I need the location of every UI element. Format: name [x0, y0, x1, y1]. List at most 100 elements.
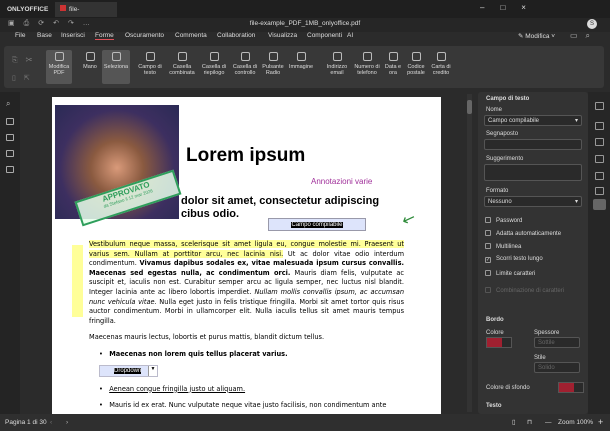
ribbon-icon — [296, 52, 306, 61]
prev-page-icon[interactable]: ‹ — [50, 414, 52, 431]
subheading: dolor sit amet, consectetur adipiscing — [181, 195, 380, 207]
ribbon-label: Numero di telefono — [354, 64, 380, 76]
next-page-icon[interactable]: › — [66, 414, 68, 431]
tip-input[interactable] — [484, 164, 582, 181]
status-bar: Pagina 1 di 30 ‹ › ▯ ⊓ — Zoom 100% + — [0, 414, 610, 431]
style-select[interactable]: Solido — [534, 362, 580, 373]
document-heading: Lorem ipsum — [186, 145, 306, 166]
ribbon-carta-di-credito-button[interactable]: Carta di credito — [428, 50, 454, 84]
background-color-picker[interactable] — [558, 382, 584, 393]
text-annotation[interactable]: Annotazioni varie — [311, 177, 372, 186]
comment-icon[interactable] — [6, 118, 14, 125]
fit-page-icon[interactable]: ▯ — [512, 414, 516, 431]
chevron-down-icon[interactable]: ▼ — [148, 365, 157, 376]
ribbon-icon — [111, 52, 121, 61]
zoom-level[interactable]: Zoom 100% — [558, 414, 593, 431]
bookmark-icon[interactable] — [6, 150, 14, 157]
ribbon-label: Campo di testo — [138, 64, 162, 76]
ink-arrow-annotation[interactable]: ↙ — [399, 207, 418, 230]
ribbon-casella-di-riepilogo-button[interactable]: Casella di riepilogo — [199, 50, 229, 84]
ribbon-icon — [332, 52, 342, 61]
name-select[interactable]: Campo compilabile ▾ — [484, 115, 582, 126]
menu-forme[interactable]: Forme — [95, 32, 114, 40]
avatar[interactable]: S — [587, 19, 597, 29]
password-checkbox[interactable]: Password — [485, 217, 522, 224]
announcement-icon[interactable] — [6, 166, 14, 173]
scrollbar-thumb[interactable] — [467, 100, 472, 114]
scroll-long-text-checkbox[interactable]: ✓ Scorri testo lungo — [485, 256, 543, 263]
zoom-out-icon[interactable]: — — [545, 414, 552, 431]
char-limit-checkbox[interactable]: Limite caratteri — [485, 270, 535, 277]
multiline-checkbox[interactable]: Multilinea — [485, 243, 521, 250]
menu-collaboration[interactable]: Collaboration — [217, 32, 255, 39]
menu-componenti[interactable]: Componenti — [307, 32, 342, 39]
ribbon-label: Casella di controllo — [232, 64, 258, 76]
mode-button[interactable]: ✎ Modifica ˅ — [518, 32, 555, 40]
ribbon-icon — [209, 52, 219, 61]
menu-base[interactable]: Base — [37, 32, 52, 39]
window-title: file-example_PDF_1MB_onlyoffice.pdf — [249, 20, 361, 27]
table-icon[interactable] — [595, 155, 604, 163]
page-indicator[interactable]: Pagina 1 di 30 — [5, 414, 47, 431]
highlight-bar — [72, 245, 83, 317]
placeholder-input[interactable] — [484, 139, 582, 150]
fit-width-icon[interactable]: ⊓ — [527, 414, 532, 431]
pdf-icon — [60, 5, 66, 11]
settings-icon[interactable] — [595, 102, 604, 110]
header-icons[interactable]: ▭⌕ — [570, 31, 598, 41]
thumbnails-icon[interactable] — [6, 134, 14, 141]
ribbon-icon — [85, 52, 95, 61]
menu-oscuramento[interactable]: Oscuramento — [125, 32, 164, 39]
ribbon-codice-postale-button[interactable]: Codice postale — [404, 50, 428, 84]
ribbon-icon — [411, 52, 421, 61]
menu-ai[interactable]: AI — [347, 32, 353, 39]
ribbon-label: Pulsante Radio — [262, 64, 284, 76]
clipboard-icons[interactable]: ⎘✂ ▯⇱ — [12, 52, 40, 88]
autofit-checkbox[interactable]: Adatta automaticamente — [485, 230, 561, 237]
document-page[interactable]: APPROVATO da Stefano il 12 mar 2026 Lore… — [52, 97, 441, 414]
ribbon-icon — [388, 52, 398, 61]
border-color-picker[interactable] — [486, 337, 512, 348]
format-select[interactable]: Nessuno ▾ — [484, 196, 582, 207]
comb-checkbox[interactable]: Combinazione di caratteri — [485, 287, 564, 294]
ribbon-modifica-pdf-button[interactable]: Modifica PDF — [46, 50, 72, 84]
form-text-field[interactable]: Campo compilabile — [268, 218, 366, 231]
ribbon-casella-combinata-button[interactable]: Casella combinata — [167, 50, 197, 84]
ribbon-indirizzo-email-button[interactable]: Indirizzo email — [322, 50, 352, 84]
text-art-icon[interactable] — [595, 187, 604, 195]
form-settings-icon[interactable] — [593, 199, 606, 210]
ribbon-casella-di-controllo-button[interactable]: Casella di controllo — [230, 50, 260, 84]
ribbon-label: Codice postale — [407, 64, 425, 76]
paragraph-icon[interactable] — [595, 138, 604, 146]
ribbon-immagine-button[interactable]: Immagine — [287, 50, 315, 84]
text-field-settings-panel: Campo di testo Nome Campo compilabile ▾ S… — [478, 92, 588, 414]
menu-visualizza[interactable]: Visualizza — [268, 32, 297, 39]
thickness-select[interactable]: Sottile — [534, 337, 580, 348]
ribbon-mano-button[interactable]: Mano — [79, 50, 101, 84]
search-icon[interactable]: ⌕ — [6, 99, 10, 109]
ribbon-campo-di-testo-button[interactable]: Campo di testo — [135, 50, 165, 84]
ribbon-icon — [240, 52, 250, 61]
menu-commenta[interactable]: Commenta — [175, 32, 207, 39]
ribbon-icon — [436, 52, 446, 61]
document-tab[interactable]: file-example_... × — [55, 2, 117, 28]
ribbon-numero-di-telefono-button[interactable]: Numero di telefono — [352, 50, 382, 84]
ribbon-data-e-ora-button[interactable]: Data e ora — [382, 50, 404, 84]
zoom-in-icon[interactable]: + — [598, 414, 603, 431]
window-controls[interactable]: –□× — [480, 3, 542, 12]
menu-file[interactable]: File — [15, 32, 25, 39]
image-settings-icon[interactable] — [595, 122, 604, 130]
chart-icon[interactable] — [595, 172, 604, 180]
brand-tab[interactable]: ONLYOFFICE — [2, 2, 53, 17]
ribbon-label: Carta di credito — [431, 64, 451, 76]
list-item: • Mauris id ex erat. Nunc vulputate nequ… — [99, 401, 387, 410]
menu-inserisci[interactable]: Inserisci — [61, 32, 85, 39]
ribbon-icon — [268, 52, 278, 61]
ribbon-label: Casella di riepilogo — [201, 64, 227, 76]
form-dropdown[interactable]: Dropdown ▼ — [99, 364, 158, 377]
ribbon-pulsante-radio-button[interactable]: Pulsante Radio — [259, 50, 287, 84]
list-item: • Aenean congue fringilla justo ut aliqu… — [99, 384, 246, 393]
scrollbar[interactable] — [467, 94, 472, 412]
ribbon-icon — [177, 52, 187, 61]
ribbon-seleziona-button[interactable]: Seleziona — [102, 50, 130, 84]
